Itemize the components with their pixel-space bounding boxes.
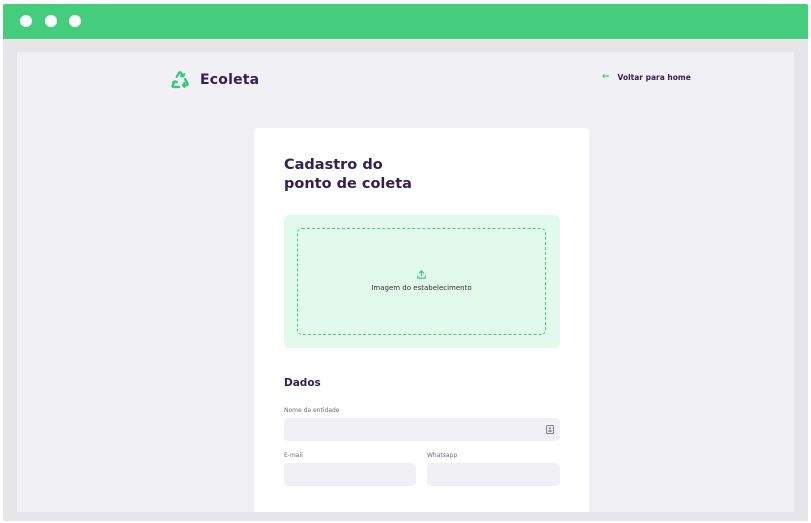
image-dropzone[interactable]: Imagem do estabelecimento bbox=[284, 215, 560, 348]
page-title: Cadastro do ponto de coleta bbox=[284, 156, 484, 194]
maximize-dot[interactable] bbox=[69, 15, 81, 27]
email-label: E-mail bbox=[284, 452, 303, 459]
contact-card-icon bbox=[546, 425, 554, 434]
upload-icon bbox=[417, 270, 426, 279]
window-titlebar bbox=[3, 4, 808, 39]
logo[interactable]: Ecoleta bbox=[169, 68, 259, 92]
dropzone-border[interactable]: Imagem do estabelecimento bbox=[297, 228, 546, 335]
back-home-label: Voltar para home bbox=[617, 73, 691, 82]
entity-name-input[interactable] bbox=[284, 418, 560, 441]
section-title-dados: Dados bbox=[284, 377, 321, 389]
logo-text: Ecoleta bbox=[200, 72, 260, 88]
whatsapp-input[interactable] bbox=[427, 463, 560, 486]
entity-name-label: Nome da entidade bbox=[284, 407, 340, 414]
close-dot[interactable] bbox=[20, 15, 32, 27]
page-title-line-2: ponto de coleta bbox=[284, 176, 412, 192]
page-content: Ecoleta ← Voltar para home Cadastro do p… bbox=[17, 52, 794, 512]
back-home-link[interactable]: ← Voltar para home bbox=[602, 72, 691, 83]
recycle-icon bbox=[171, 71, 189, 89]
minimize-dot[interactable] bbox=[45, 15, 57, 27]
dropzone-label: Imagem do estabelecimento bbox=[371, 284, 472, 292]
page-title-line-1: Cadastro do bbox=[284, 157, 383, 173]
browser-window: Ecoleta ← Voltar para home Cadastro do p… bbox=[3, 4, 808, 521]
arrow-left-icon: ← bbox=[602, 72, 610, 82]
form-card: Cadastro do ponto de coleta Imagem do es… bbox=[254, 128, 589, 512]
whatsapp-label: Whatsapp bbox=[427, 452, 458, 459]
email-input[interactable] bbox=[284, 463, 416, 486]
